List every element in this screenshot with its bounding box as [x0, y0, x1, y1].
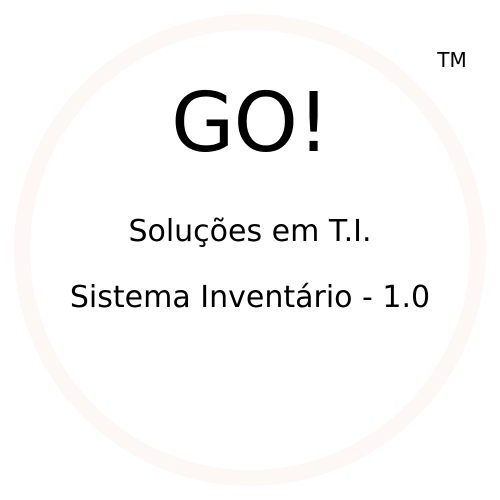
trademark-badge: TM: [428, 42, 476, 78]
logo-text: GO!: [171, 76, 330, 171]
system-name-version: Sistema Inventário - 1.0: [69, 280, 431, 315]
company-subtitle: Soluções em T.I.: [128, 214, 372, 249]
splash-screen: TM GO! Soluções em T.I. Sistema Inventár…: [0, 0, 500, 500]
